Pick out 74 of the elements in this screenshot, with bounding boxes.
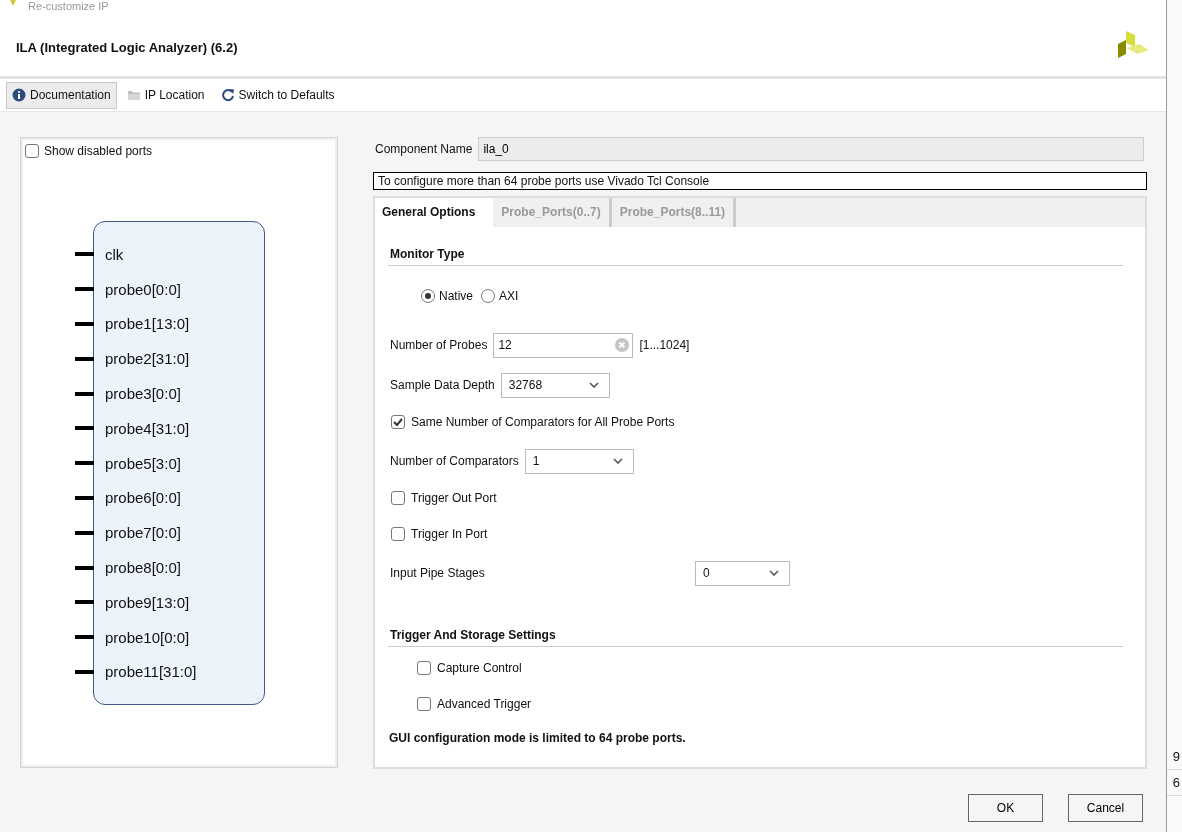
checkbox-label: Show disabled ports	[44, 144, 153, 158]
port-pin	[75, 669, 94, 674]
port-label: clk	[105, 245, 124, 263]
radio-label: Native	[439, 289, 473, 303]
port-pin	[75, 426, 94, 431]
chevron-icon	[588, 382, 599, 388]
dropdown[interactable]: 0	[695, 560, 790, 586]
field-label: Component Name	[375, 142, 473, 156]
radio-button[interactable]	[481, 289, 495, 303]
info-icon	[12, 88, 26, 102]
port-label: probe10[0:0]	[105, 628, 190, 646]
table-cell: 9	[1167, 744, 1182, 770]
window-title: Re-customize IP	[28, 0, 109, 13]
port-pin	[75, 530, 94, 535]
port-pin	[75, 495, 94, 500]
port-pin	[75, 356, 94, 361]
dialog-button[interactable]: Cancel	[1068, 794, 1143, 822]
port-pin	[75, 600, 94, 605]
port-pin	[75, 565, 94, 570]
port-pin	[75, 322, 94, 326]
toolbar-button[interactable]: Documentation	[6, 81, 117, 109]
refresh-icon	[220, 88, 235, 102]
port-label: probe1[13:0]	[105, 315, 190, 333]
toolbar-button[interactable]: IP Location	[120, 81, 211, 109]
checkbox-label: Trigger In Port	[411, 527, 488, 541]
ip-title: ILA (Integrated Logic Analyzer) (6.2)	[16, 39, 238, 55]
checkbox[interactable]	[391, 527, 405, 541]
checkbox-label: Capture Control	[437, 661, 522, 675]
section-heading: Trigger And Storage Settings	[390, 628, 556, 642]
field-label: Number of Probes	[390, 338, 488, 352]
checkbox[interactable]	[417, 661, 431, 675]
dialog-button[interactable]: OK	[968, 794, 1043, 822]
tab[interactable]: General Options	[375, 198, 494, 227]
checkbox[interactable]	[25, 144, 39, 158]
dropdown[interactable]: 32768	[500, 372, 610, 398]
checkbox-label: Advanced Trigger	[437, 697, 532, 711]
port-label: probe7[0:0]	[105, 524, 181, 542]
port-label: probe4[31:0]	[105, 419, 190, 437]
folder-icon	[126, 88, 141, 102]
checkbox[interactable]	[417, 697, 431, 711]
radio-button[interactable]	[421, 289, 435, 303]
port-label: probe2[31:0]	[105, 350, 190, 368]
port-pin	[75, 635, 94, 640]
section-heading: Monitor Type	[390, 247, 465, 261]
port-label: probe3[0:0]	[105, 385, 181, 403]
port-label: probe11[31:0]	[105, 663, 197, 681]
chevron-icon	[769, 570, 779, 576]
checkbox[interactable]	[391, 415, 405, 429]
field-label: Input Pipe Stages	[390, 566, 486, 580]
port-label: probe5[3:0]	[105, 454, 181, 472]
port-pin	[75, 252, 94, 257]
number-field[interactable]: 12	[493, 332, 634, 358]
field-label: Number of Comparators	[390, 454, 519, 468]
radio-label: AXI	[499, 289, 519, 303]
port-label: probe6[0:0]	[105, 489, 181, 507]
dropdown[interactable]: 1	[524, 448, 634, 474]
field-label: Sample Data Depth	[390, 378, 495, 392]
info-note: To configure more than 64 probe ports use Vivado Tcl Console	[373, 172, 1147, 190]
range-hint: [1...1024]	[639, 338, 690, 352]
port-label: probe0[0:0]	[105, 280, 181, 298]
component-name-field[interactable]: ila_0	[478, 137, 1144, 161]
checkbox-label: Trigger Out Port	[411, 491, 497, 505]
checkbox-label: Same Number of Comparators for All Probe Ports	[411, 415, 675, 429]
port-label: probe8[0:0]	[105, 559, 181, 577]
checkbox[interactable]	[391, 491, 405, 505]
chevron-icon	[612, 458, 623, 464]
port-pin	[75, 287, 94, 292]
toolbar-button[interactable]: Switch to Defaults	[214, 81, 341, 109]
port-pin	[75, 461, 94, 466]
port-pin	[75, 391, 94, 396]
table-cell: 6	[1167, 770, 1182, 796]
port-label: probe9[13:0]	[105, 593, 190, 611]
limit-note: GUI configuration mode is limited to 64 probe ports.	[389, 731, 686, 745]
clear-icon	[615, 338, 630, 352]
